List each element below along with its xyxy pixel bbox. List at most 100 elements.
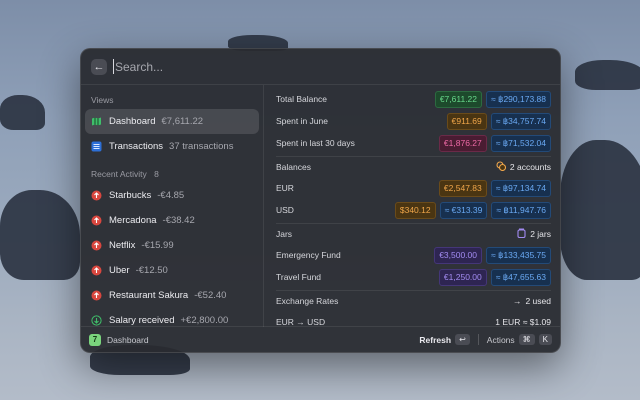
item-amount: -€4.85 xyxy=(157,190,185,201)
row-label: Spent in last 30 days xyxy=(276,138,355,148)
bg-rock xyxy=(575,60,640,90)
item-label: Restaurant Sakura xyxy=(109,290,189,301)
list-item-transaction[interactable]: Salary received +€2,800.00 xyxy=(85,308,259,327)
item-label: Netflix xyxy=(109,240,136,251)
value-pill: $340.12 xyxy=(394,201,436,219)
arrow-up-circle-icon xyxy=(91,290,102,301)
row-values: €1,876.27 ≈ ฿71,532.04 xyxy=(438,134,551,152)
value-pill: ≈ ฿133,435.75 xyxy=(486,246,551,264)
section-views: Views xyxy=(85,85,259,109)
list-icon xyxy=(91,141,102,152)
row-values: €911.69 ≈ ฿34,757.74 xyxy=(446,112,551,130)
group-badge: 2 accounts xyxy=(496,161,551,173)
actions-button[interactable]: Actions xyxy=(487,335,515,345)
arrow-left-icon: ← xyxy=(93,60,105,73)
arrow-up-circle-icon xyxy=(91,240,102,251)
row-label: Spent in June xyxy=(276,116,328,126)
jars-header: Jars 2 jars xyxy=(276,223,551,244)
detail-panel: Total Balance €7,611.22 ≈ ฿290,173.88 Sp… xyxy=(264,85,560,327)
refresh-action[interactable]: Refresh xyxy=(419,335,451,345)
spent-june-row: Spent in June €911.69 ≈ ฿34,757.74 xyxy=(276,110,551,132)
list-item-transaction[interactable]: Netflix -€15.99 xyxy=(85,233,259,258)
balance-eur-row: EUR €2,547.83 ≈ ฿97,134.74 xyxy=(276,177,551,199)
row-values: €7,611.22 ≈ ฿290,173.88 xyxy=(434,90,551,108)
rate-eur-usd-row: EUR → USD 1 EUR ≈ $1.09 xyxy=(276,311,551,327)
value-pill: ≈ ฿47,655.63 xyxy=(490,268,551,286)
value-pill: €3,500.00 xyxy=(434,246,483,264)
item-amount: -€15.99 xyxy=(141,240,174,251)
row-label: EUR xyxy=(276,183,294,193)
jar-emergency-row: Emergency Fund €3,500.00 ≈ ฿133,435.75 xyxy=(276,244,551,266)
value-pill: ≈ ฿11,947.76 xyxy=(491,201,551,219)
command-key: ⌘ xyxy=(518,334,535,345)
jar-icon xyxy=(517,228,526,240)
bg-rock xyxy=(0,190,80,280)
item-label: Mercadona xyxy=(109,215,157,226)
item-amount: -€12.50 xyxy=(135,265,168,276)
action-bar: 7 Dashboard Refresh ↩ Actions ⌘ K xyxy=(81,326,560,352)
spent-30-row: Spent in last 30 days €1,876.27 ≈ ฿71,53… xyxy=(276,132,551,154)
value-pill: €911.69 xyxy=(446,112,487,130)
row-label: Travel Fund xyxy=(276,272,322,282)
section-recent-count: 8 xyxy=(154,169,159,179)
group-title: Exchange Rates xyxy=(276,296,339,306)
row-values: €3,500.00 ≈ ฿133,435.75 xyxy=(434,246,551,264)
bg-rock xyxy=(560,140,640,280)
arrow-up-circle-icon xyxy=(91,265,102,276)
group-badge-text: 2 jars xyxy=(530,229,551,239)
app-icon: 7 xyxy=(89,333,101,346)
item-label: Transactions xyxy=(109,141,164,152)
item-label: Dashboard xyxy=(109,116,156,127)
jar-travel-row: Travel Fund €1,250.00 ≈ ฿47,655.63 xyxy=(276,266,551,288)
list-item-dashboard[interactable]: Dashboard €7,611.22 xyxy=(85,109,259,134)
group-badge-text: 2 used xyxy=(525,296,551,306)
row-values: €1,250.00 ≈ ฿47,655.63 xyxy=(438,268,551,286)
group-badge-text: 2 accounts xyxy=(509,162,551,172)
list-item-transactions[interactable]: Transactions 37 transactions xyxy=(85,134,259,159)
search-bar: ← xyxy=(81,49,560,85)
list-item-transaction[interactable]: Uber -€12.50 xyxy=(85,258,259,283)
group-badge: → 2 used xyxy=(513,296,551,306)
arrow-up-circle-icon xyxy=(91,190,102,201)
value-pill: ≈ ฿290,173.88 xyxy=(486,90,551,108)
k-key: K xyxy=(538,334,552,345)
section-views-title: Views xyxy=(91,95,114,105)
section-recent-title: Recent Activity xyxy=(91,169,147,179)
item-label: Uber xyxy=(109,265,130,276)
back-button[interactable]: ← xyxy=(91,58,107,75)
section-recent: Recent Activity 8 xyxy=(85,159,259,183)
row-label: Total Balance xyxy=(276,94,328,104)
list-item-transaction[interactable]: Mercadona -€38.42 xyxy=(85,208,259,233)
row-values: €2,547.83 ≈ ฿97,134.74 xyxy=(438,179,551,197)
divider xyxy=(477,334,479,345)
launcher-window: ← Views Dashboard €7,611.22 Transactions… xyxy=(80,48,561,353)
coins-icon xyxy=(496,161,506,173)
list-item-transaction[interactable]: Restaurant Sakura -€52.40 xyxy=(85,283,259,308)
row-values: $340.12 ≈ €313.39 ≈ ฿11,947.76 xyxy=(394,201,551,219)
search-input[interactable] xyxy=(113,59,550,74)
enter-key: ↩ xyxy=(455,334,470,345)
item-label: Salary received xyxy=(109,315,175,326)
item-subtitle: 37 transactions xyxy=(169,141,234,152)
value-pill: ≈ ฿97,134.74 xyxy=(490,179,551,197)
value-pill: €1,876.27 xyxy=(438,134,487,152)
group-title: Jars xyxy=(276,229,293,239)
arrow-down-circle-icon xyxy=(91,315,102,326)
item-label: Starbucks xyxy=(109,190,152,201)
row-label: USD xyxy=(276,205,294,215)
item-subtitle: €7,611.22 xyxy=(161,116,204,127)
map-icon xyxy=(91,116,102,127)
bg-rock xyxy=(0,95,45,130)
footer-title: Dashboard xyxy=(107,334,149,345)
left-list: Views Dashboard €7,611.22 Transactions 3… xyxy=(81,85,264,327)
value-pill: ≈ ฿34,757.74 xyxy=(490,112,551,130)
balances-header: Balances 2 accounts xyxy=(276,156,551,177)
list-item-transaction[interactable]: Starbucks -€4.85 xyxy=(85,183,259,208)
balance-usd-row: USD $340.12 ≈ €313.39 ≈ ฿11,947.76 xyxy=(276,199,551,221)
value-pill: ≈ €313.39 xyxy=(439,201,488,219)
value-pill: ≈ ฿71,532.04 xyxy=(490,134,551,152)
value-pill: €2,547.83 xyxy=(438,179,487,197)
value-pill: €1,250.00 xyxy=(438,268,487,286)
arrow-right-icon: → xyxy=(512,296,522,306)
arrow-up-circle-icon xyxy=(91,215,102,226)
